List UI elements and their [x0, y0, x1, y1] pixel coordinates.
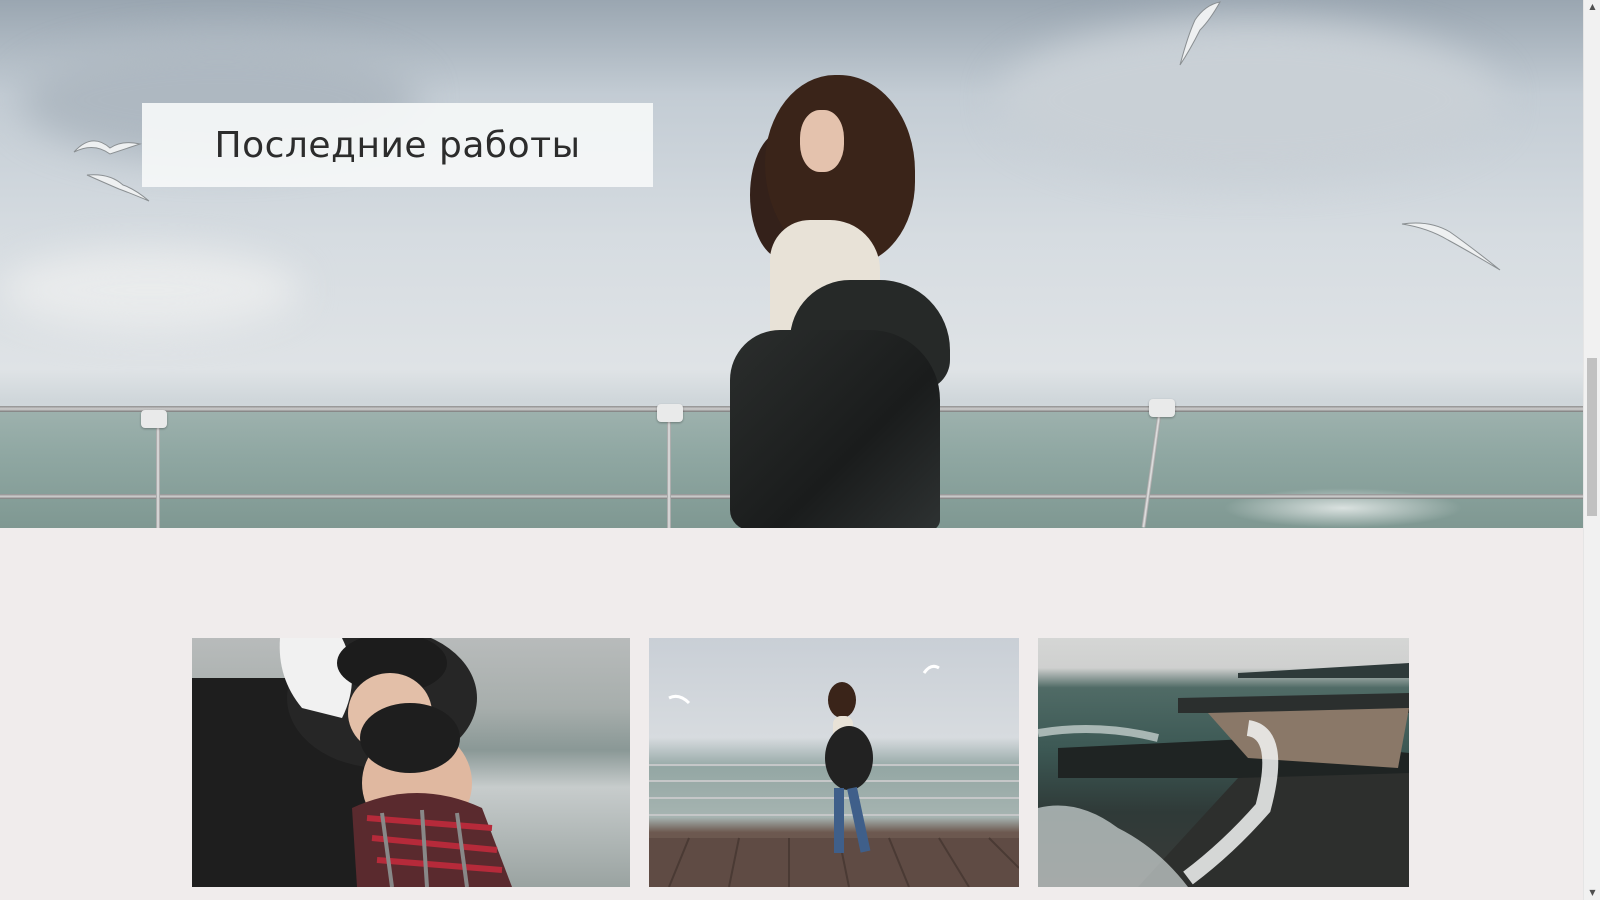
scroll-down-icon[interactable]: ▼ [1584, 886, 1600, 900]
couple-photo-illustration [192, 638, 512, 887]
sky-cloud [0, 250, 300, 330]
section-title-box: Последние работы [142, 103, 653, 187]
gallery-photo[interactable] [1038, 638, 1409, 887]
seagull-icon [73, 140, 142, 155]
railing-clamp [141, 410, 167, 428]
jacket-shape [730, 330, 940, 528]
railing-post [667, 410, 671, 528]
scroll-up-icon[interactable]: ▲ [1584, 0, 1600, 14]
section-title: Последние работы [214, 124, 581, 166]
gallery-photo[interactable] [192, 638, 630, 887]
hero-model-figure [730, 70, 970, 528]
page-scrollbar[interactable]: ▲ ▼ [1583, 0, 1600, 900]
pier-photo-illustration [649, 664, 1019, 887]
seagull-icon [1401, 222, 1501, 271]
sky-cloud [1000, 20, 1500, 180]
face-shape [800, 110, 844, 172]
gallery-photo[interactable] [649, 638, 1019, 887]
railing-clamp [1149, 399, 1175, 417]
breakwater-photo-illustration [1038, 663, 1409, 887]
railing-clamp [657, 404, 683, 422]
recent-works-gallery [192, 638, 1409, 887]
seagull-icon [1179, 1, 1221, 66]
scrollbar-thumb[interactable] [1587, 358, 1597, 516]
hero-banner: Последние работы [0, 0, 1583, 528]
